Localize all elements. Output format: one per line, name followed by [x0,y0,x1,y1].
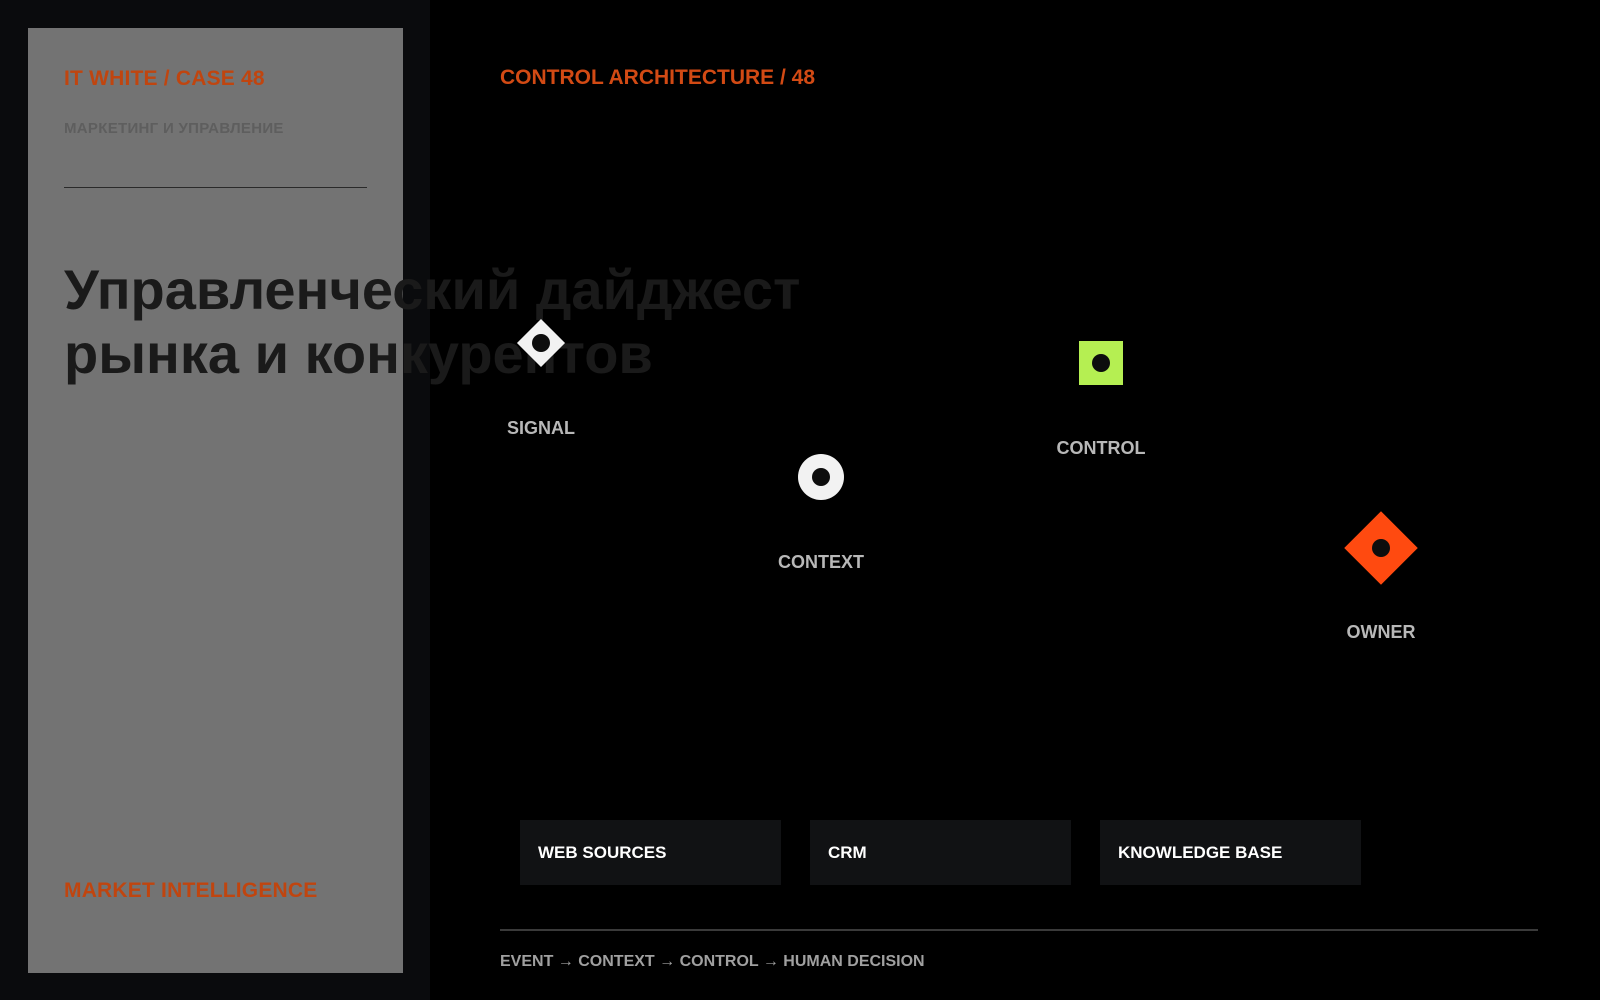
card-subtitle: МАРКЕТИНГ И УПРАВЛЕНИЕ [64,120,284,137]
owner-label: OWNER [1346,622,1416,642]
node-center-dot [532,334,550,352]
bottom-divider [500,929,1538,931]
node-center-dot [1372,539,1390,557]
page: IT WHITE / CASE 48 МАРКЕТИНГ И УПРАВЛЕНИ… [0,0,1600,1000]
source-label: KNOWLEDGE BASE [1118,843,1283,862]
source-label: CRM [828,843,867,862]
node-center-dot [1092,354,1110,372]
card-title: IT WHITE / CASE 48 [64,67,265,90]
source-knowledge-base: KNOWLEDGE BASE [1100,820,1361,885]
headline-line-2: рынка и конкурентов [64,322,653,385]
headline: Управленческий дайджест рынка и конкурен… [64,258,800,386]
headline-line-1: Управленческий дайджест [64,258,801,321]
control-label: CONTROL [1056,438,1146,458]
flow-caption: EVENT → CONTEXT → CONTROL → HUMAN DECISI… [500,953,925,970]
case-card: IT WHITE / CASE 48 МАРКЕТИНГ И УПРАВЛЕНИ… [28,28,403,973]
card-footer: MARKET INTELLIGENCE [64,879,318,902]
diagram-title: CONTROL ARCHITECTURE / 48 [500,66,816,89]
node-center-dot [812,468,830,486]
source-web: WEB SOURCES [520,820,781,885]
context-label: CONTEXT [777,552,864,572]
signal-label: SIGNAL [506,418,575,438]
source-label: WEB SOURCES [538,843,667,862]
source-crm: CRM [810,820,1071,885]
card-divider [64,187,367,188]
